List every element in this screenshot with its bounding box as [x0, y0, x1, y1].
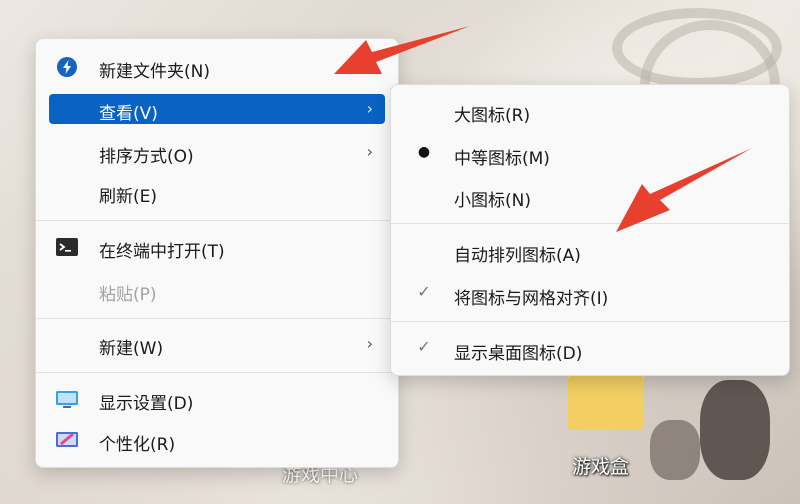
menu-item-label: 新建(W) [99, 339, 164, 359]
menu-item-view[interactable]: 查看(V) › [49, 94, 385, 124]
chevron-right-icon: › [366, 142, 373, 161]
submenu-item-label: 小图标(N) [454, 191, 531, 211]
chevron-right-icon: › [366, 334, 373, 353]
menu-item-display-settings[interactable]: 显示设置(D) [49, 384, 385, 414]
folder-icon[interactable] [568, 368, 644, 430]
menu-separator [36, 220, 398, 221]
menu-item-label: 刷新(E) [99, 187, 158, 207]
submenu-item-label: 将图标与网格对齐(I) [454, 289, 609, 309]
menu-item-paste[interactable]: 粘贴(P) [49, 275, 385, 305]
menu-item-label: 显示设置(D) [99, 394, 194, 414]
menu-item-label: 查看(V) [99, 104, 158, 124]
submenu-item-label: 显示桌面图标(D) [454, 344, 583, 364]
menu-item-label: 新建文件夹(N) [99, 62, 210, 82]
menu-item-open-terminal[interactable]: 在终端中打开(T) [49, 232, 385, 262]
chevron-right-icon: › [366, 99, 373, 118]
desktop-context-menu: 新建文件夹(N) 查看(V) › 排序方式(O) › 刷新(E) 在终端中打开(… [35, 38, 399, 468]
bullet-icon: ● [417, 144, 431, 160]
menu-item-refresh[interactable]: 刷新(E) [49, 177, 385, 207]
checkmark-icon: ✓ [417, 337, 431, 356]
menu-item-new[interactable]: 新建(W) › [49, 329, 385, 359]
menu-item-label: 个性化(R) [99, 435, 176, 455]
checkmark-icon: ✓ [417, 282, 431, 301]
submenu-item-label: 中等图标(M) [454, 149, 550, 169]
menu-separator [391, 321, 789, 322]
menu-item-personalize[interactable]: 个性化(R) [49, 425, 385, 455]
wallpaper-figure-decoration [650, 420, 700, 480]
wallpaper-figure-decoration [700, 380, 770, 480]
submenu-item-large-icons[interactable]: 大图标(R) [404, 95, 776, 127]
menu-item-label: 粘贴(P) [99, 285, 157, 305]
display-icon [55, 387, 79, 411]
menu-item-label: 排序方式(O) [99, 147, 194, 167]
annotation-arrow-icon [334, 26, 470, 74]
submenu-item-label: 自动排列图标(A) [454, 246, 581, 266]
desktop-folder-label[interactable]: 游戏盒 [572, 452, 629, 479]
menu-item-label: 在终端中打开(T) [99, 242, 225, 262]
terminal-icon [55, 235, 79, 259]
personalize-icon [55, 428, 79, 452]
menu-separator [36, 372, 398, 373]
annotation-arrow-icon [616, 148, 752, 232]
menu-item-sort-by[interactable]: 排序方式(O) › [49, 137, 385, 167]
submenu-item-show-desktop-icons[interactable]: ✓ 显示桌面图标(D) [404, 333, 776, 365]
submenu-item-align-to-grid[interactable]: ✓ 将图标与网格对齐(I) [404, 278, 776, 310]
menu-separator [36, 318, 398, 319]
submenu-item-label: 大图标(R) [454, 106, 531, 126]
new-folder-icon [55, 55, 79, 79]
